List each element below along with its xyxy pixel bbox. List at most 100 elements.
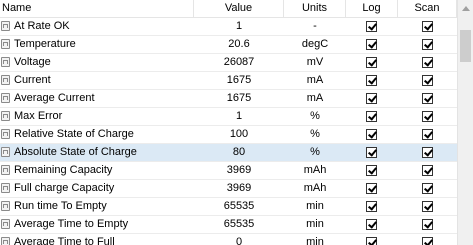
log-checkbox[interactable] [366, 201, 377, 212]
log-checkbox[interactable] [366, 165, 377, 176]
scan-cell [398, 54, 457, 71]
scan-checkbox[interactable] [422, 201, 433, 212]
row-name: Current [14, 74, 51, 86]
scan-cell [398, 18, 457, 35]
column-header-value[interactable]: Value [194, 0, 284, 17]
row-name: Average Time to Full [14, 236, 115, 245]
column-header-log[interactable]: Log [346, 0, 398, 17]
log-checkbox[interactable] [366, 219, 377, 230]
scan-checkbox[interactable] [422, 147, 433, 158]
row-units: mA [306, 74, 324, 86]
row-units: - [313, 20, 317, 32]
row-value: 1675 [226, 74, 252, 86]
row-value: 1675 [226, 92, 252, 104]
row-name: Voltage [14, 56, 51, 68]
column-header-scan[interactable]: Scan [398, 0, 457, 17]
row-value: 65535 [223, 200, 255, 212]
lock-icon [1, 165, 10, 175]
row-value: 0 [235, 236, 243, 245]
column-header-units[interactable]: Units [284, 0, 346, 17]
scan-cell [398, 108, 457, 125]
row-units: mA [306, 92, 324, 104]
row-units: min [306, 200, 324, 212]
lock-icon [1, 237, 10, 245]
row-value: 1 [235, 20, 243, 32]
scrollbar-thumb[interactable] [460, 30, 471, 62]
scan-checkbox[interactable] [422, 93, 433, 104]
scan-cell [398, 216, 457, 233]
scan-checkbox[interactable] [422, 21, 433, 32]
row-name: Average Current [14, 92, 95, 104]
lock-icon [1, 39, 10, 49]
column-header-row: Name Value Units Log Scan [0, 0, 457, 18]
log-cell [346, 72, 398, 89]
table-row[interactable]: Temperature 20.6 degC [0, 36, 457, 54]
scan-checkbox[interactable] [422, 237, 433, 245]
scan-checkbox[interactable] [422, 75, 433, 86]
table-row[interactable]: Current 1675 mA [0, 72, 457, 90]
lock-icon [1, 57, 10, 67]
row-units: mAh [303, 164, 327, 176]
lock-icon [1, 129, 10, 139]
scan-checkbox[interactable] [422, 57, 433, 68]
table-row[interactable]: Full charge Capacity 3969 mAh [0, 180, 457, 198]
row-units: degC [301, 38, 329, 50]
scan-checkbox[interactable] [422, 165, 433, 176]
table-row[interactable]: Absolute State of Charge 80% [0, 144, 457, 162]
column-header-name[interactable]: Name [0, 0, 194, 17]
table-row[interactable]: At Rate OK 1 - [0, 18, 457, 36]
log-cell [346, 108, 398, 125]
scan-cell [398, 90, 457, 107]
log-cell [346, 54, 398, 71]
lock-icon [1, 111, 10, 121]
table-row[interactable]: Max Error 1% [0, 108, 457, 126]
lock-icon [1, 75, 10, 85]
row-units: mV [306, 56, 324, 68]
scan-checkbox[interactable] [422, 39, 433, 50]
log-cell [346, 144, 398, 161]
log-cell [346, 18, 398, 35]
log-checkbox[interactable] [366, 111, 377, 122]
table-row[interactable]: Relative State of Charge 100% [0, 126, 457, 144]
scan-checkbox[interactable] [422, 129, 433, 140]
row-name: Absolute State of Charge [14, 146, 137, 158]
scan-checkbox[interactable] [422, 183, 433, 194]
vertical-scrollbar[interactable] [457, 0, 473, 245]
lock-icon [1, 219, 10, 229]
scan-checkbox[interactable] [422, 111, 433, 122]
row-units: min [306, 236, 324, 245]
log-checkbox[interactable] [366, 183, 377, 194]
log-cell [346, 198, 398, 215]
row-units: min [306, 218, 324, 230]
log-checkbox[interactable] [366, 237, 377, 245]
row-value: 26087 [223, 56, 255, 68]
scan-checkbox[interactable] [422, 219, 433, 230]
log-checkbox[interactable] [366, 39, 377, 50]
row-name: Remaining Capacity [14, 164, 113, 176]
scan-cell [398, 144, 457, 161]
log-checkbox[interactable] [366, 21, 377, 32]
row-name: Max Error [14, 110, 63, 122]
table-row[interactable]: Average Current 1675 mA [0, 90, 457, 108]
scan-cell [398, 36, 457, 53]
log-checkbox[interactable] [366, 129, 377, 140]
table-row[interactable]: Run time To Empty 65535 min [0, 198, 457, 216]
arrow-up-icon[interactable] [458, 0, 473, 17]
log-cell [346, 216, 398, 233]
log-checkbox[interactable] [366, 93, 377, 104]
row-units: % [310, 110, 320, 122]
table-row[interactable]: Voltage 26087 mV [0, 54, 457, 72]
table-row[interactable]: Remaining Capacity 3969 mAh [0, 162, 457, 180]
log-checkbox[interactable] [366, 147, 377, 158]
table-row[interactable]: Average Time to Empty 65535 min [0, 216, 457, 234]
log-checkbox[interactable] [366, 75, 377, 86]
log-cell [346, 36, 398, 53]
lock-icon [1, 21, 10, 31]
log-cell [346, 162, 398, 179]
log-checkbox[interactable] [366, 57, 377, 68]
row-name: Relative State of Charge [14, 128, 134, 140]
log-cell [346, 180, 398, 197]
lock-icon [1, 93, 10, 103]
table-row[interactable]: Average Time to Full 0 min [0, 234, 457, 245]
row-value: 3969 [226, 164, 252, 176]
